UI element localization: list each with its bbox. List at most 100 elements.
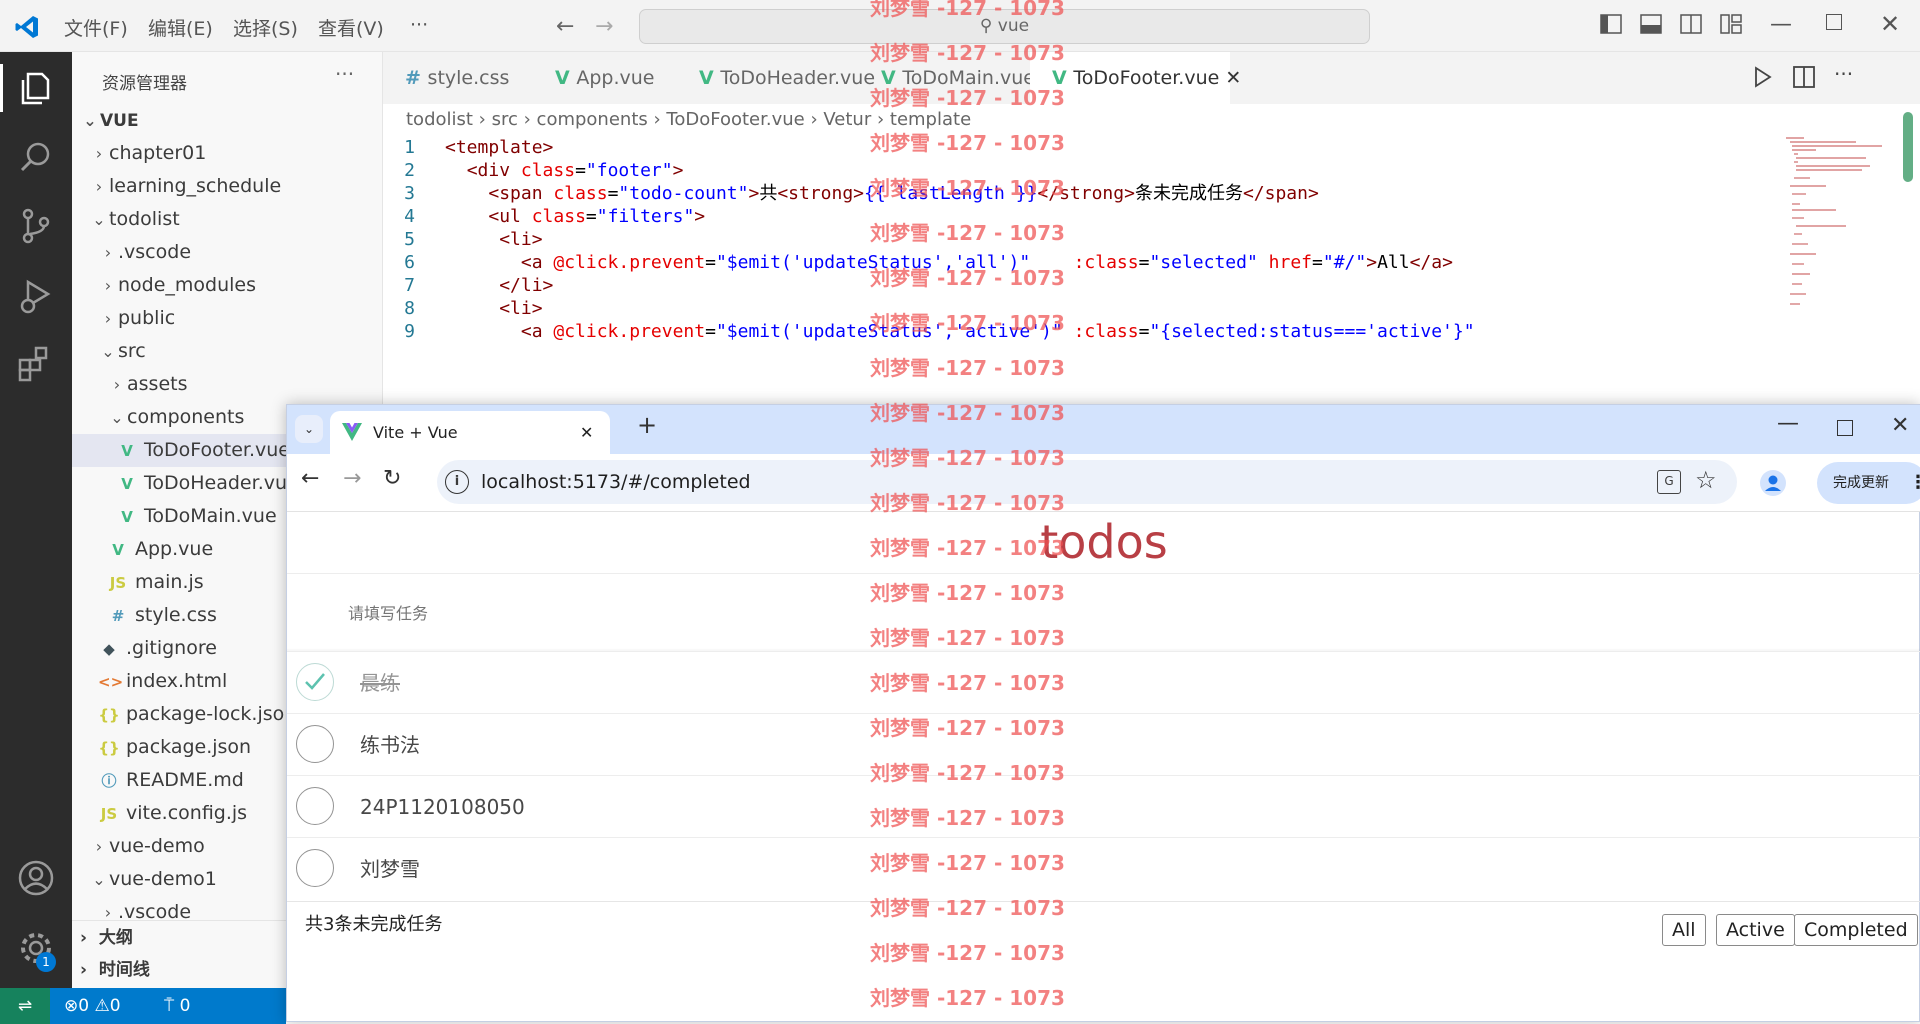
browser-toolbar: ← → ↻ i localhost:5173/#/completed G ☆ 完…: [287, 454, 1920, 512]
filter-active-button[interactable]: Active: [1716, 914, 1795, 946]
tree-item-label: assets: [127, 373, 188, 395]
forward-arrow-icon[interactable]: →: [595, 14, 613, 39]
filter-completed-button[interactable]: Completed: [1794, 914, 1918, 946]
breadcrumb-item[interactable]: Vetur: [823, 109, 871, 130]
filter-all-button[interactable]: All: [1662, 914, 1706, 946]
tree-item[interactable]: › chapter01: [72, 137, 383, 170]
todo-label[interactable]: 练书法: [360, 714, 420, 776]
code-line[interactable]: 9 <a @click.prevent="$emit('updateStatus…: [383, 318, 1783, 346]
search-icon: ⚲: [979, 16, 998, 36]
explorer-icon[interactable]: [16, 68, 56, 108]
restore-icon[interactable]: [1826, 14, 1842, 30]
code-token: 条未完成任务: [1134, 183, 1243, 204]
minimize-icon[interactable]: —: [1770, 12, 1792, 37]
tree-item[interactable]: › assets: [72, 368, 383, 401]
breadcrumb-item[interactable]: template: [890, 109, 971, 130]
scrollbar-thumb[interactable]: [1903, 112, 1913, 182]
editor-tab[interactable]: V App.vue: [533, 52, 677, 104]
source-control-icon[interactable]: [16, 206, 56, 246]
tree-item[interactable]: › public: [72, 302, 383, 335]
minimap[interactable]: [1786, 134, 1896, 314]
menu-file[interactable]: 文件(F): [64, 14, 128, 41]
menu-view[interactable]: 查看(V): [318, 14, 384, 41]
menu-more[interactable]: ···: [410, 14, 428, 36]
browser-tab[interactable]: Vite + Vue ✕: [330, 411, 610, 454]
browser-minimize-icon[interactable]: —: [1777, 411, 1799, 436]
tree-item[interactable]: › learning_schedule: [72, 170, 383, 203]
explorer-more-button[interactable]: ···: [335, 62, 354, 86]
tree-item[interactable]: ⌄ todolist: [72, 203, 383, 236]
search-icon[interactable]: [16, 138, 56, 178]
translate-icon[interactable]: G: [1657, 470, 1681, 494]
close-window-icon[interactable]: ✕: [1880, 10, 1900, 38]
status-bar: ⇌ ⊗0 ⚠0 ⍑ 0: [0, 988, 286, 1024]
site-info-icon[interactable]: i: [445, 470, 469, 494]
breadcrumb-item[interactable]: components: [537, 109, 648, 130]
browser-close-icon[interactable]: ✕: [1891, 413, 1909, 438]
code-token: <a: [520, 252, 554, 273]
profile-avatar-icon[interactable]: [1760, 470, 1786, 496]
outline-header[interactable]: › 大纲: [80, 923, 133, 953]
menu-edit[interactable]: 编辑(E): [148, 14, 213, 41]
browser-back-icon[interactable]: ←: [301, 466, 319, 491]
breadcrumb-item[interactable]: ToDoFooter.vue: [666, 109, 804, 130]
breadcrumb-item[interactable]: src: [492, 109, 518, 130]
editor-tab[interactable]: # style.css: [383, 52, 533, 104]
code-token: <li>: [499, 229, 543, 250]
toggle-sidebar-icon[interactable]: [1600, 14, 1624, 38]
menu-selection[interactable]: 选择(S): [233, 14, 298, 41]
editor-tab[interactable]: V ToDoHeader.vue: [677, 52, 875, 104]
close-tab-icon[interactable]: ✕: [1219, 67, 1241, 89]
tree-item[interactable]: › node_modules: [72, 269, 383, 302]
new-todo-input[interactable]: [327, 584, 1887, 642]
toggle-panel-icon[interactable]: [1640, 14, 1664, 38]
url-text: localhost:5173/#/completed: [481, 471, 751, 493]
code-token: "selected": [1149, 252, 1258, 273]
workspace-root[interactable]: ⌄ VUE: [72, 104, 383, 137]
run-debug-icon[interactable]: [16, 276, 56, 316]
tab-search-chevron-icon[interactable]: ⌄: [295, 415, 323, 443]
customize-layout-icon[interactable]: [1720, 14, 1744, 38]
account-icon[interactable]: [16, 858, 56, 898]
todo-label[interactable]: 24P1120108050: [360, 776, 525, 838]
code-token: </li>: [499, 275, 554, 296]
todo-label[interactable]: 刘梦雪: [360, 838, 420, 900]
todo-checkbox-checked[interactable]: [296, 663, 334, 701]
new-tab-icon[interactable]: +: [637, 411, 657, 439]
command-search-box[interactable]: ⚲ vue: [639, 9, 1370, 44]
breadcrumb-item[interactable]: todolist: [406, 109, 473, 130]
extensions-icon[interactable]: [16, 344, 56, 384]
browser-menu-icon[interactable]: ⋮: [1909, 462, 1920, 504]
css-file-icon: #: [111, 607, 125, 625]
tree-item[interactable]: ⌄ src: [72, 335, 383, 368]
timeline-header[interactable]: › 时间线: [80, 955, 150, 985]
problems-indicator[interactable]: ⊗0 ⚠0: [64, 988, 121, 1024]
browser-forward-icon[interactable]: →: [343, 466, 361, 491]
toggle-secondary-sidebar-icon[interactable]: [1680, 14, 1704, 38]
chevron-right-icon: ›: [804, 109, 824, 130]
editor-tab[interactable]: V ToDoMain.vue: [859, 52, 1035, 104]
update-button[interactable]: 完成更新 ⋮: [1817, 462, 1920, 504]
vue-file-icon: V: [112, 541, 124, 559]
todo-label[interactable]: 晨练: [360, 652, 400, 714]
editor-more-icon[interactable]: ···: [1834, 62, 1853, 86]
address-bar[interactable]: i localhost:5173/#/completed G ☆: [437, 460, 1737, 504]
code-token: =: [1138, 321, 1150, 342]
back-arrow-icon[interactable]: ←: [556, 14, 574, 39]
todo-checkbox[interactable]: [296, 725, 334, 763]
reload-icon[interactable]: ↻: [383, 466, 401, 491]
remote-indicator-icon[interactable]: ⇌: [0, 988, 50, 1024]
code-token: <strong>: [777, 183, 865, 204]
todo-item: 晨练: [287, 651, 1920, 713]
todo-checkbox[interactable]: [296, 787, 334, 825]
run-icon[interactable]: [1753, 66, 1773, 88]
code-token: class: [531, 206, 586, 227]
split-editor-icon[interactable]: [1793, 66, 1815, 88]
close-tab-icon[interactable]: ✕: [580, 411, 593, 454]
editor-tab[interactable]: V ToDoFooter.vue ✕: [1030, 52, 1241, 104]
bookmark-star-icon[interactable]: ☆: [1695, 466, 1717, 494]
tree-item[interactable]: › .vscode: [72, 236, 383, 269]
browser-maximize-icon[interactable]: [1837, 420, 1853, 436]
todo-checkbox[interactable]: [296, 849, 334, 887]
ports-indicator[interactable]: ⍑ 0: [164, 988, 190, 1024]
